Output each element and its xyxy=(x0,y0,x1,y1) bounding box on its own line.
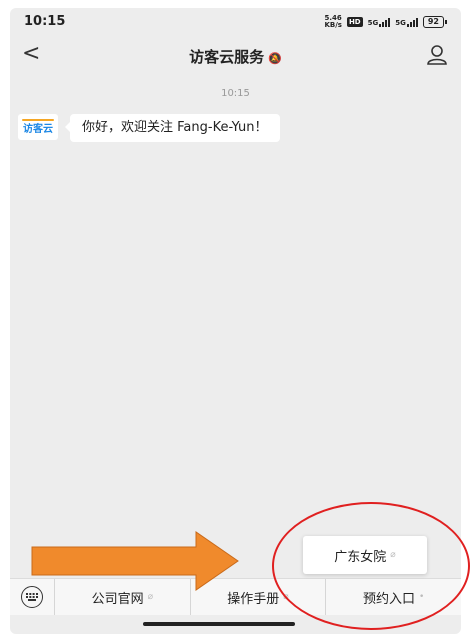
signal-1-label: 5G xyxy=(367,18,379,27)
logo-swoosh xyxy=(22,119,54,121)
status-time: 10:15 xyxy=(24,14,66,29)
nav-bar: < 访客云服务 🔕 xyxy=(10,38,461,74)
message-bubble: 你好，欢迎关注 Fang-Ke-Yun！ xyxy=(65,114,280,142)
menu-item-booking[interactable]: 预约入口 • xyxy=(325,579,461,615)
signal-icon-2: 5G xyxy=(395,17,418,27)
page-title-text: 访客云服务 xyxy=(189,48,265,66)
status-icons: 5.46 KB/s HD 5G 5G 92 xyxy=(324,15,447,29)
home-indicator xyxy=(143,622,295,626)
person-icon[interactable] xyxy=(425,44,449,66)
battery-icon: 92 xyxy=(422,16,447,28)
annotation-arrow-icon xyxy=(31,531,239,591)
link-icon: ⌀ xyxy=(283,592,289,602)
network-speed: 5.46 KB/s xyxy=(324,15,341,29)
dot-icon: • xyxy=(419,592,425,602)
status-bar: 10:15 5.46 KB/s HD 5G 5G 92 xyxy=(10,8,461,38)
network-speed-unit: KB/s xyxy=(324,21,342,29)
signal-2-label: 5G xyxy=(395,18,406,27)
mute-bell-icon: 🔕 xyxy=(268,52,282,65)
menu-item-label: 预约入口 xyxy=(363,591,416,607)
submenu-popup[interactable]: 广东女院 ⌀ xyxy=(303,536,427,574)
signal-icon-1: 5G xyxy=(367,17,391,27)
avatar-logo-text: 访客云 xyxy=(23,123,53,135)
submenu-item-label: 广东女院 xyxy=(334,549,387,565)
page-title: 访客云服务 🔕 xyxy=(10,46,461,67)
chat-timestamp: 10:15 xyxy=(221,88,250,99)
link-icon: ⌀ xyxy=(147,592,154,602)
hd-icon: HD xyxy=(346,17,363,27)
message-row: 访客云 你好，欢迎关注 Fang-Ke-Yun！ xyxy=(18,114,280,142)
avatar[interactable]: 访客云 xyxy=(18,114,58,140)
link-icon: ⌀ xyxy=(390,550,396,560)
battery-level: 92 xyxy=(422,16,444,28)
